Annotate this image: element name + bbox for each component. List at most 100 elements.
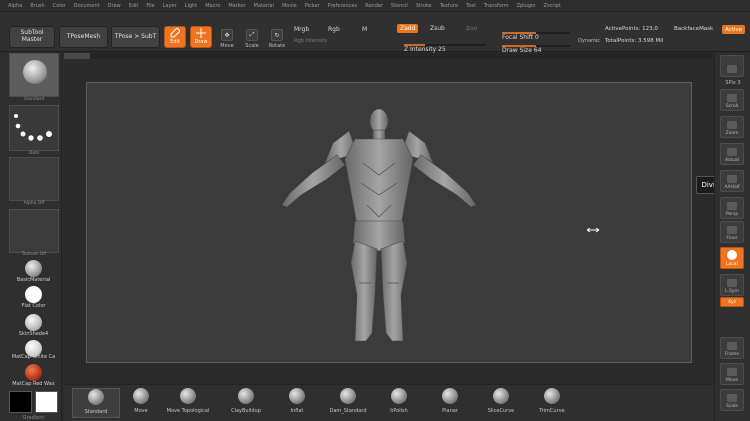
menu-texture[interactable]: Texture xyxy=(440,3,458,9)
rotate-icon: ↻ xyxy=(271,29,283,41)
secondary-color-swatch[interactable] xyxy=(35,391,58,413)
brush-claybuildup[interactable]: ClayBuildup xyxy=(222,388,270,418)
move-button[interactable]: ✥ Move xyxy=(215,22,239,50)
brush-move-topological[interactable]: Move Topological xyxy=(164,388,212,418)
z-intensity-slider[interactable]: Z Intensity 25 xyxy=(404,36,486,53)
rotate-button[interactable]: ↻ Rotate xyxy=(265,22,289,50)
zadd-button[interactable]: Zadd xyxy=(397,24,419,33)
persp-button[interactable]: Persp xyxy=(720,197,744,219)
menu-edit[interactable]: Edit xyxy=(129,3,139,9)
aahalf-button[interactable]: AAHalf xyxy=(720,170,744,192)
brush-slicecurve[interactable]: SliceCurve xyxy=(477,388,525,418)
rgb-intensity-slider[interactable]: Rgb Intensity xyxy=(294,38,327,44)
move-view-button[interactable]: Move xyxy=(720,363,744,385)
edit-button[interactable]: Edit xyxy=(164,26,186,48)
zoom-button[interactable]: Zoom xyxy=(720,116,744,138)
brush-label: Inflat xyxy=(290,408,304,414)
texture-selector[interactable] xyxy=(9,209,59,253)
material-label-5: MatCap Red Wax xyxy=(12,381,55,387)
mrgb-button[interactable]: Mrgb xyxy=(294,26,309,33)
zcut-button[interactable]: Zcut xyxy=(466,26,477,32)
bpr-button[interactable] xyxy=(720,55,744,77)
m-button[interactable]: M xyxy=(362,26,367,33)
draw-button[interactable]: Draw xyxy=(190,26,212,48)
brush-ball-icon xyxy=(133,388,149,404)
scroll-thumb[interactable] xyxy=(64,53,90,59)
xyz-label: Xyz xyxy=(727,299,737,305)
menu-layer[interactable]: Layer xyxy=(163,3,177,9)
menu-marker[interactable]: Marker xyxy=(228,3,245,9)
brush-ball-icon xyxy=(238,388,254,404)
menu-color[interactable]: Color xyxy=(53,3,66,9)
total-points-readout: TotalPoints: 3.598 Mil xyxy=(605,38,664,44)
draw-size-slider[interactable]: Draw Size 64 xyxy=(502,37,570,54)
basic-material-swatch[interactable] xyxy=(25,260,42,277)
menu-document[interactable]: Document xyxy=(74,3,100,9)
active-points-readout: ActivePoints: 123,0 xyxy=(605,26,658,32)
focal-shift-fill xyxy=(502,32,536,34)
local-button[interactable]: Local xyxy=(720,247,744,269)
alpha-selector[interactable] xyxy=(9,157,59,201)
brush-ball-icon xyxy=(544,388,560,404)
scale-label: Scale xyxy=(245,43,259,49)
backface-mask-button[interactable]: BackfaceMask xyxy=(674,26,713,32)
draw-size-track xyxy=(502,45,570,47)
brush-hpolish[interactable]: hPolish xyxy=(375,388,423,418)
move-icon: ✥ xyxy=(221,29,233,41)
dynamic-toggle[interactable]: Dynamic xyxy=(578,38,600,44)
actual-label: Actual xyxy=(724,158,740,163)
menu-render[interactable]: Render xyxy=(365,3,383,9)
menu-material[interactable]: Material xyxy=(254,3,274,9)
floor-button[interactable]: Floor xyxy=(720,221,744,243)
menu-stencil[interactable]: Stencil xyxy=(391,3,408,9)
material-label-2: Flat Color xyxy=(21,303,46,309)
horizontal-scrollbar[interactable] xyxy=(64,53,714,59)
subtool-master-button[interactable]: SubTool Master xyxy=(9,26,55,48)
brush-ball-icon xyxy=(391,388,407,404)
tpose-mesh-button[interactable]: TPoseMesh xyxy=(59,26,108,48)
skinshade-swatch[interactable] xyxy=(25,314,42,331)
brush-dam-standard[interactable]: Dam_Standard xyxy=(324,388,372,418)
stroke-selector[interactable] xyxy=(9,105,59,151)
frame-button[interactable]: Frame xyxy=(720,337,744,359)
brush-selector[interactable] xyxy=(9,53,59,97)
spix-slider[interactable]: SPix 3 xyxy=(718,80,748,86)
lsym-button[interactable]: L.Sym xyxy=(720,274,744,296)
flat-color-swatch[interactable] xyxy=(25,286,42,303)
active-button[interactable]: Active xyxy=(722,25,746,34)
xyz-button[interactable]: Xyz xyxy=(720,297,744,307)
brush-ball-icon xyxy=(180,388,196,404)
zsub-button[interactable]: Zsub xyxy=(430,25,445,32)
menu-tool[interactable]: Tool xyxy=(466,3,476,9)
focal-shift-slider[interactable]: Focal Shift 0 xyxy=(502,24,570,41)
primary-color-swatch[interactable] xyxy=(9,391,32,413)
menu-zscript[interactable]: Zscript xyxy=(544,3,561,9)
menu-draw[interactable]: Draw xyxy=(108,3,121,9)
menu-alpha[interactable]: Alpha xyxy=(8,3,22,9)
scale-view-button[interactable]: Scale xyxy=(720,389,744,411)
menu-macro[interactable]: Macro xyxy=(205,3,220,9)
actual-button[interactable]: Actual xyxy=(720,143,744,165)
document-canvas[interactable] xyxy=(86,82,692,363)
brush-trimcurve[interactable]: TrimCurve xyxy=(528,388,576,418)
brush-label: SliceCurve xyxy=(487,408,515,414)
brush-planar[interactable]: Planar xyxy=(426,388,474,418)
menu-stroke[interactable]: Stroke xyxy=(416,3,432,9)
brush-standard[interactable]: Standard xyxy=(72,388,120,418)
matcap-red-wax-swatch[interactable] xyxy=(25,364,42,381)
menu-zplugin[interactable]: Zplugin xyxy=(517,3,536,9)
menu-movie[interactable]: Movie xyxy=(282,3,297,9)
right-shelf: SPix 3 Scroll Zoom Actual AAHalf Persp F… xyxy=(714,53,750,421)
menu-picker[interactable]: Picker xyxy=(305,3,320,9)
rgb-button[interactable]: Rgb xyxy=(328,26,340,33)
menu-preferences[interactable]: Preferences xyxy=(328,3,357,9)
brush-inflat[interactable]: Inflat xyxy=(273,388,321,418)
menu-light[interactable]: Light xyxy=(185,3,197,9)
menu-file[interactable]: File xyxy=(146,3,154,9)
brush-move[interactable]: Move xyxy=(117,388,165,418)
scale-button[interactable]: ⤢ Scale xyxy=(240,22,264,50)
tpose-subt-button[interactable]: TPose > SubT xyxy=(111,26,160,48)
scroll-button[interactable]: Scroll xyxy=(720,89,744,111)
menu-transform[interactable]: Transform xyxy=(484,3,509,9)
menu-brush[interactable]: Brush xyxy=(30,3,44,9)
